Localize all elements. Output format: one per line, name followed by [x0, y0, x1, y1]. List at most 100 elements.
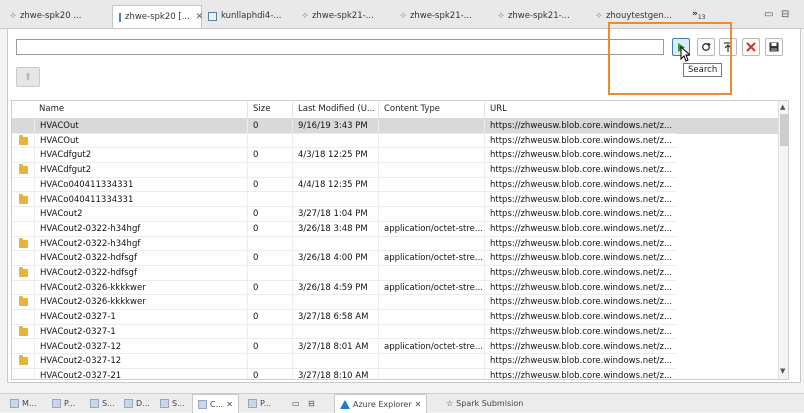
cell-name: HVACout2-0322-h34hgf — [34, 221, 247, 237]
view-tab-servers[interactable]: S... — [90, 396, 115, 410]
folder-icon — [19, 134, 28, 145]
table-row[interactable]: HVACout2-0327-12 0 3/27/18 8:01 AM applicat… — [12, 339, 778, 355]
tab-zhwe-spk21-1[interactable]: ⟡ zhwe-spk21-... — [296, 6, 380, 26]
tab-label: zhwe-spk21-... — [311, 11, 374, 21]
up-folder-button[interactable]: ⬆ — [16, 67, 40, 87]
scroll-down-icon[interactable]: ▼ — [780, 367, 785, 375]
tab-zhwe-spk20-1[interactable]: ⟡ zhwe-spk20 ... — [4, 6, 87, 26]
cell-url: https://zhweusw.blob.core.windows.net/z.… — [484, 280, 676, 296]
table-row[interactable]: HVACout2-0322-hdfsgf 0 3/26/18 4:00 PM appl… — [12, 251, 778, 266]
cell-content-type — [378, 119, 484, 134]
table-row[interactable]: HVACout2-0327-12 https://zhweusw.blob.cor… — [12, 354, 778, 369]
column-header-size[interactable]: Size — [247, 101, 292, 118]
view-tab-label: P... — [64, 398, 76, 408]
view-tab-label: Spark Submision — [456, 398, 524, 408]
tab-label: zhwe-spk21-... — [409, 11, 472, 21]
minimize-icon[interactable]: ▭ — [764, 9, 773, 20]
folder-icon — [19, 296, 28, 307]
delete-button[interactable] — [742, 38, 760, 56]
cell-url: https://zhweusw.blob.core.windows.net/z.… — [484, 221, 676, 237]
cell-content-type — [378, 148, 484, 164]
table-row[interactable]: HVACo040411334331 0 4/4/18 12:35 PM https:/… — [12, 177, 778, 193]
cell-url: https://zhweusw.blob.core.windows.net/z.… — [484, 177, 676, 193]
tab-zhwe-spk20-active[interactable]: zhwe-spk20 [... ✕ — [112, 5, 203, 28]
close-icon[interactable]: ✕ — [226, 400, 233, 409]
tab-overflow-button[interactable]: »13 — [692, 9, 705, 21]
cell-name: HVACout2-0322-hdfsgf — [34, 266, 247, 281]
cell-size — [247, 133, 292, 149]
cell-size: 0 — [247, 251, 292, 266]
table-row[interactable]: HVACdfgut2 0 4/3/18 12:25 PM https://zhweus… — [12, 148, 778, 164]
view-tab-properties[interactable]: P... — [52, 396, 75, 410]
maximize-icon[interactable]: ⊟ — [781, 9, 789, 20]
row-icon-cell — [12, 325, 34, 340]
cell-size — [247, 354, 292, 369]
cell-content-type — [378, 310, 484, 325]
cell-size: 0 — [247, 119, 292, 134]
cell-url: https://zhweusw.blob.core.windows.net/z.… — [484, 368, 676, 379]
table-row[interactable]: HVACOut 0 9/16/19 3:43 PM https://zhweusw.b… — [12, 119, 778, 134]
column-header-last-modified[interactable]: Last Modified (U... — [292, 101, 378, 118]
row-icon-cell — [12, 163, 34, 178]
save-icon — [769, 42, 779, 52]
view-tab-spark-submission[interactable]: ☆ Spark Submision — [446, 396, 523, 410]
tab-label: zhwe-spk21-... — [507, 11, 570, 21]
spark-icon: ⟡ — [498, 11, 504, 21]
row-icon-cell — [12, 148, 34, 164]
cell-size: 0 — [247, 339, 292, 355]
view-maximize-button[interactable]: ⊟ — [308, 396, 315, 410]
scrollbar-thumb[interactable] — [780, 114, 788, 146]
table-row[interactable]: HVACout2-0322-h34hgf 0 3/26/18 3:48 PM appl… — [12, 221, 778, 237]
cell-modified — [292, 163, 378, 178]
table-row[interactable]: HVACout2-0327-1 0 3/27/18 6:58 AM https://z… — [12, 310, 778, 325]
table-row[interactable]: HVACout2 0 3/27/18 1:04 PM https://zhweusw.… — [12, 207, 778, 222]
cell-url: https://zhweusw.blob.core.windows.net/z.… — [484, 119, 676, 134]
storage-icon — [208, 11, 217, 21]
column-header-url[interactable]: URL — [484, 101, 676, 118]
view-tab-console[interactable]: C... ✕ — [192, 394, 239, 413]
table-row[interactable]: HVACdfgut2 https://zhweusw.blob.core.wind… — [12, 163, 778, 178]
view-minimize-button[interactable]: ▭ — [292, 396, 300, 410]
table-row[interactable]: HVACOut https://zhweusw.blob.core.windows… — [12, 133, 778, 149]
vertical-scrollbar[interactable]: ▲ ▼ — [778, 101, 788, 379]
cell-name: HVACOut — [34, 133, 247, 149]
cell-modified — [292, 236, 378, 252]
cell-name: HVACout2-0327-21 — [34, 368, 247, 379]
row-icon-cell — [12, 281, 34, 296]
cell-size — [247, 163, 292, 178]
cell-name: HVACo040411334331 — [34, 177, 247, 193]
table-row[interactable]: HVACout2-0322-hdfsgf https://zhweusw.blob… — [12, 266, 778, 281]
tab-zhwe-spk21-2[interactable]: ⟡ zhwe-spk21-... — [394, 6, 478, 26]
view-tab-azure-explorer[interactable]: Azure Explorer ✕ — [334, 394, 428, 413]
row-icon-cell — [12, 193, 34, 208]
cell-modified: 3/26/18 4:59 PM — [292, 280, 378, 296]
cell-url: https://zhweusw.blob.core.windows.net/z.… — [484, 339, 676, 355]
tab-kunllaphdi4[interactable]: kunllaphdi4-... — [202, 6, 288, 26]
cell-name: HVACout2-0327-1 — [34, 310, 247, 325]
scroll-up-icon[interactable]: ▲ — [780, 103, 785, 111]
cell-modified — [292, 266, 378, 281]
table-row[interactable]: HVACout2-0327-21 0 3/27/18 8:10 AM https://… — [12, 368, 778, 379]
table-row[interactable]: HVACout2-0326-kkkkwer https://zhweusw.blo… — [12, 295, 778, 311]
tab-zhwe-spk21-3[interactable]: ⟡ zhwe-spk21-... — [492, 6, 576, 26]
column-header-content-type[interactable]: Content Type — [378, 101, 484, 118]
cell-content-type — [378, 236, 484, 252]
table-row[interactable]: HVACout2-0322-h34hgf https://zhweusw.blob… — [12, 236, 778, 252]
cell-name: HVACout2-0322-hdfsgf — [34, 251, 247, 266]
table-row[interactable]: HVACout2-0326-kkkkwer 0 3/26/18 4:59 PM app… — [12, 280, 778, 296]
search-input[interactable] — [16, 39, 664, 55]
view-tab-data-source[interactable]: D... — [124, 396, 150, 410]
cell-size: 0 — [247, 207, 292, 222]
blob-table: Name Size Last Modified (U... Content Ty… — [11, 100, 789, 380]
close-icon[interactable]: ✕ — [415, 400, 422, 409]
cell-name: HVACout2-0327-1 — [34, 324, 247, 340]
column-header-name[interactable]: Name — [34, 101, 254, 118]
table-row[interactable]: HVACout2-0327-1 https://zhweusw.blob.core… — [12, 324, 778, 340]
cell-size: 0 — [247, 177, 292, 193]
view-tab-markers[interactable]: M... — [10, 396, 37, 410]
table-row[interactable]: HVACo040411334331 https://zhweusw.blob.co… — [12, 192, 778, 208]
save-button[interactable] — [765, 38, 783, 56]
view-tab-snippets[interactable]: S... — [160, 396, 185, 410]
view-tab-progress[interactable]: P... — [248, 396, 271, 410]
progress-icon — [248, 398, 257, 408]
